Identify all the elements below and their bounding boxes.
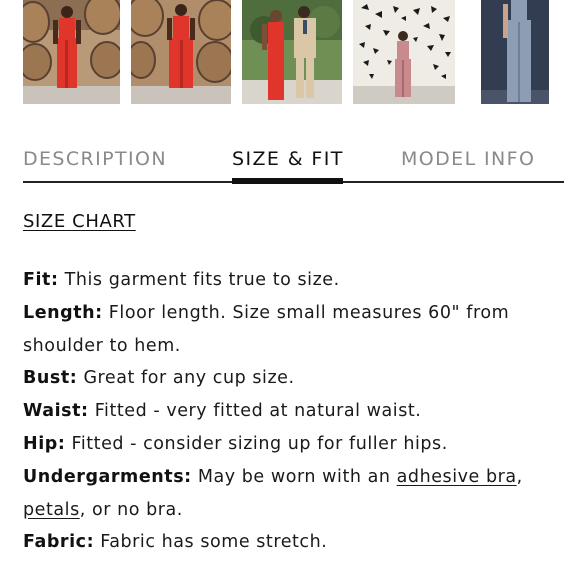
hip-row: Hip: Fitted - consider sizing up for ful… (23, 428, 553, 461)
thumbnail-3[interactable] (242, 0, 342, 104)
hip-label: Hip: (23, 433, 66, 454)
adhesive-bra-link[interactable]: adhesive bra (397, 467, 517, 487)
product-info-tabs: DESCRIPTION SIZE & FIT MODEL INFO (23, 140, 564, 186)
fabric-text: Fabric has some stretch. (94, 532, 328, 553)
thumbnail-4[interactable] (353, 0, 455, 104)
hip-text: Fitted - consider sizing up for fuller h… (65, 433, 448, 454)
bust-label: Bust: (23, 368, 78, 389)
tab-size-and-fit[interactable]: SIZE & FIT (232, 148, 344, 170)
undergarments-label: Undergarments: (23, 466, 192, 487)
waist-row: Waist: Fitted - very fitted at natural w… (23, 395, 553, 428)
thumbnail-1[interactable] (23, 0, 120, 104)
fit-text: This garment fits true to size. (58, 270, 340, 290)
thumbnail-5[interactable] (481, 0, 549, 104)
size-fit-details: Fit: This garment fits true to size. Len… (23, 264, 553, 559)
petals-link[interactable]: petals (23, 500, 80, 520)
fabric-label: Fabric: (23, 532, 95, 553)
thumbnail-gallery (0, 0, 580, 106)
tab-description[interactable]: DESCRIPTION (23, 148, 167, 170)
waist-label: Waist: (23, 401, 89, 422)
size-chart-link[interactable]: SIZE CHART (23, 211, 136, 232)
length-row: Length: Floor length. Size small measure… (23, 297, 553, 363)
length-label: Length: (23, 302, 103, 323)
undergarments-row: Undergarments: May be worn with an adhes… (23, 461, 553, 527)
active-tab-indicator (232, 178, 343, 184)
bust-text: Great for any cup size. (77, 368, 295, 389)
fabric-row: Fabric: Fabric has some stretch. (23, 526, 553, 559)
product-page: DESCRIPTION SIZE & FIT MODEL INFO SIZE C… (0, 0, 580, 580)
fit-label: Fit: (23, 270, 59, 290)
thumbnail-2[interactable] (131, 0, 231, 104)
undergarments-text-after: , or no bra. (79, 499, 183, 520)
undergarments-text-before: May be worn with an (191, 466, 397, 487)
undergarments-text-mid: , (516, 466, 523, 487)
waist-text: Fitted - very fitted at natural waist. (88, 401, 422, 422)
fit-row: Fit: This garment fits true to size. (23, 264, 553, 297)
bust-row: Bust: Great for any cup size. (23, 362, 553, 395)
tab-model-info[interactable]: MODEL INFO (401, 148, 535, 170)
